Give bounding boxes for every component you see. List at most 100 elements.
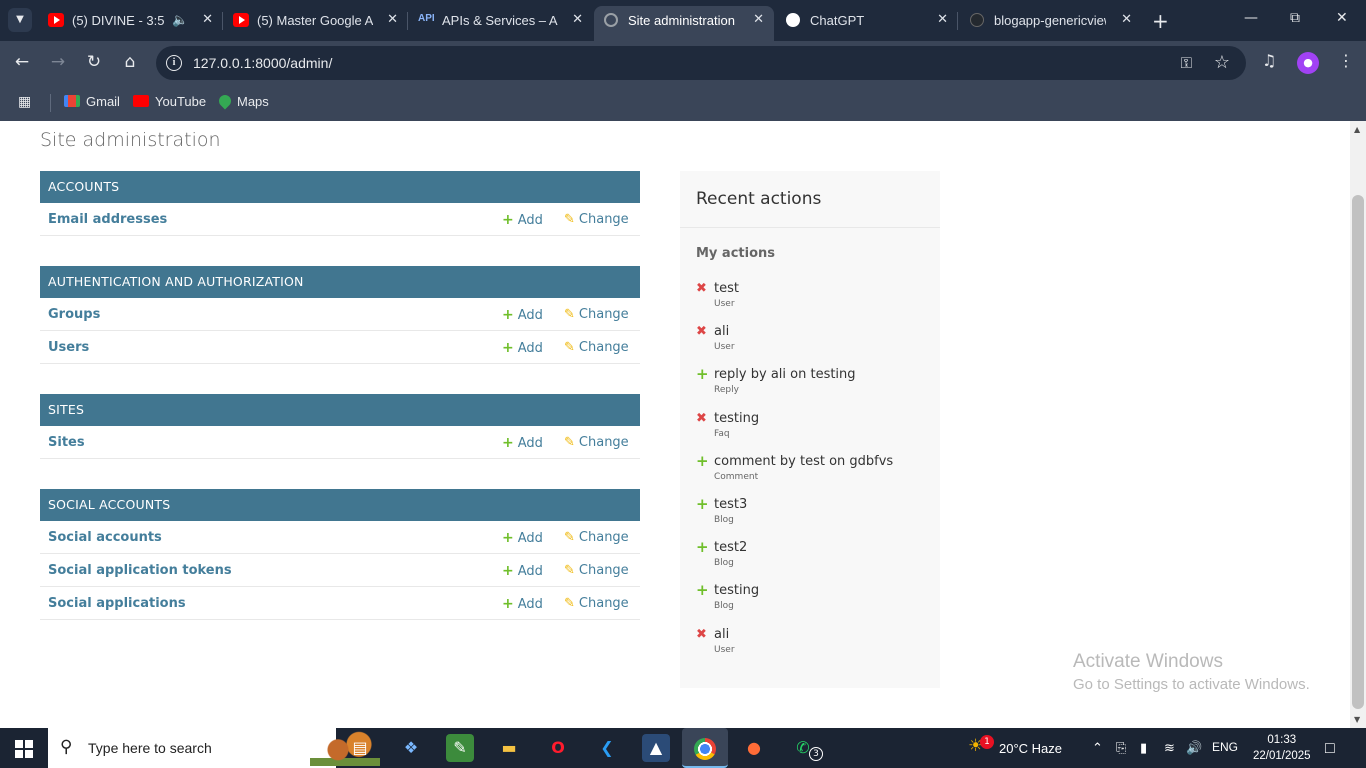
profile-avatar[interactable]: ● [1297, 52, 1319, 74]
home-icon[interactable]: ⌂ [119, 52, 141, 72]
window-close-icon[interactable]: ✕ [1336, 10, 1348, 26]
tab-blogapp[interactable]: blogapp-genericview ✕ [960, 0, 1142, 41]
notifications-icon[interactable]: □ [1325, 740, 1335, 758]
weather-text[interactable]: 20°C Haze [999, 741, 1062, 756]
action-object: ali [714, 324, 730, 339]
add-link[interactable]: + Add [502, 307, 543, 323]
minimize-icon[interactable]: — [1244, 10, 1258, 26]
chrome-icon[interactable] [682, 728, 728, 768]
vscode-icon[interactable]: ❮ [593, 734, 621, 762]
tab-apis-services[interactable]: API APIs & Services – API ✕ [408, 0, 593, 41]
bookmark-star-icon[interactable]: ☆ [1214, 52, 1230, 73]
show-hidden-icons-chevron-icon[interactable]: ⌃ [1092, 740, 1103, 756]
battery-icon[interactable]: ▮ [1140, 740, 1147, 756]
copilot-icon[interactable]: ❖ [397, 734, 425, 762]
add-label: Add [517, 213, 543, 228]
model-link-social-applications[interactable]: Social applications [48, 596, 186, 611]
add-link[interactable]: + Add [502, 563, 543, 579]
taskbar-search-box[interactable]: ⚲ Type here to search [48, 728, 380, 768]
add-link[interactable]: + Add [502, 596, 543, 612]
close-icon[interactable]: ✕ [753, 11, 764, 27]
password-key-icon[interactable]: ⚿ [1181, 54, 1192, 72]
speaker-icon[interactable]: 🔈 [172, 12, 188, 28]
bookmark-label: YouTube [155, 94, 207, 109]
model-link-sites[interactable]: Sites [48, 435, 85, 450]
windows-taskbar: ⚲ Type here to search ▤ ❖ ✎ ▬ O ❮ ▲ ● ✆ … [0, 728, 1366, 768]
add-link[interactable]: + Add [502, 212, 543, 228]
wifi-icon[interactable]: ≋ [1164, 740, 1175, 756]
module-accounts: ACCOUNTS Email addresses + Add ✎ Change [40, 171, 640, 236]
model-link-users[interactable]: Users [48, 340, 89, 355]
scroll-thumb[interactable] [1352, 195, 1364, 709]
close-icon[interactable]: ✕ [937, 11, 948, 27]
change-link[interactable]: ✎ Change [564, 530, 629, 545]
media-control-icon[interactable]: ♫ [1262, 51, 1276, 70]
action-object-link[interactable]: testing [714, 583, 759, 598]
bookmark-youtube[interactable]: YouTube [133, 94, 206, 109]
postman-icon[interactable]: ● [740, 734, 768, 762]
reload-icon[interactable]: ↻ [83, 52, 105, 72]
close-icon[interactable]: ✕ [572, 11, 583, 27]
apps-grid-icon[interactable]: ▦ [18, 94, 31, 110]
plus-icon: + [502, 563, 514, 579]
system-clock[interactable]: 01:33 22/01/2025 [1253, 732, 1311, 764]
action-object-link[interactable]: test2 [714, 540, 747, 555]
task-view-icon[interactable]: ▤ [346, 734, 374, 762]
language-indicator[interactable]: ENG [1212, 740, 1238, 754]
model-link-email-addresses[interactable]: Email addresses [48, 212, 167, 227]
github-icon [970, 13, 984, 27]
tab-divine[interactable]: (5) DIVINE - 3:59 🔈 ✕ [38, 0, 223, 41]
close-icon[interactable]: ✕ [1121, 11, 1132, 27]
page-scrollbar[interactable]: ▲ ▼ [1350, 121, 1366, 728]
tab-chatgpt[interactable]: ChatGPT ✕ [776, 0, 958, 41]
change-link[interactable]: ✎ Change [564, 563, 629, 578]
bookmark-maps[interactable]: Maps [216, 92, 269, 110]
module-caption[interactable]: ACCOUNTS [40, 171, 640, 203]
action-object-link[interactable]: comment by test on gdbfvs [714, 454, 893, 469]
windows-start-icon[interactable] [15, 740, 33, 758]
meet-now-icon[interactable]: ⎘ [1116, 740, 1126, 756]
action-object-link[interactable]: test3 [714, 497, 747, 512]
add-link[interactable]: + Add [502, 340, 543, 356]
change-link[interactable]: ✎ Change [564, 212, 629, 227]
add-link[interactable]: + Add [502, 530, 543, 546]
model-link-social-accounts[interactable]: Social accounts [48, 530, 162, 545]
add-link[interactable]: + Add [502, 435, 543, 451]
restore-icon[interactable]: ⧉ [1290, 10, 1300, 26]
module-caption[interactable]: SITES [40, 394, 640, 426]
tab-site-administration[interactable]: Site administration | D ✕ [594, 6, 774, 41]
change-link[interactable]: ✎ Change [564, 340, 629, 355]
module-caption[interactable]: SOCIAL ACCOUNTS [40, 489, 640, 521]
close-icon[interactable]: ✕ [202, 11, 213, 27]
model-link-groups[interactable]: Groups [48, 307, 100, 322]
menu-kebab-icon[interactable]: ⋮ [1338, 51, 1354, 70]
site-info-icon[interactable]: i [166, 55, 182, 71]
change-link[interactable]: ✎ Change [564, 596, 629, 611]
close-icon[interactable]: ✕ [387, 11, 398, 27]
bookmark-gmail[interactable]: Gmail [64, 94, 120, 109]
add-label: Add [517, 436, 543, 451]
back-arrow-icon[interactable]: ← [11, 52, 33, 72]
scroll-down-arrow-icon[interactable]: ▼ [1354, 715, 1360, 724]
action-object: testing [714, 411, 760, 426]
address-bar[interactable]: i 127.0.0.1:8000/admin/ ⚿ ☆ [156, 46, 1246, 80]
scroll-up-arrow-icon[interactable]: ▲ [1354, 125, 1360, 134]
model-link-social-application-tokens[interactable]: Social application tokens [48, 563, 232, 578]
module-caption[interactable]: AUTHENTICATION AND AUTHORIZATION [40, 266, 640, 298]
new-tab-plus-icon[interactable]: + [1152, 9, 1169, 33]
change-link[interactable]: ✎ Change [564, 435, 629, 450]
tab-master-google[interactable]: (5) Master Google Au ✕ [223, 0, 408, 41]
forward-arrow-icon[interactable]: → [47, 52, 69, 72]
notepad-plus-icon[interactable]: ✎ [446, 734, 474, 762]
opera-icon[interactable]: O [544, 734, 572, 762]
delete-x-icon: ✖ [696, 411, 707, 426]
clock-time: 01:33 [1267, 734, 1297, 746]
file-explorer-icon[interactable]: ▬ [495, 734, 523, 762]
url-text[interactable]: 127.0.0.1:8000/admin/ [193, 55, 332, 71]
change-link[interactable]: ✎ Change [564, 307, 629, 322]
volume-icon[interactable]: 🔊 [1186, 740, 1202, 756]
tab-search-dropdown-icon[interactable]: ▼ [8, 8, 32, 32]
action-object-link[interactable]: reply by ali on testing [714, 367, 856, 382]
action-type: Blog [714, 601, 734, 611]
mysql-workbench-icon[interactable]: ▲ [642, 734, 670, 762]
